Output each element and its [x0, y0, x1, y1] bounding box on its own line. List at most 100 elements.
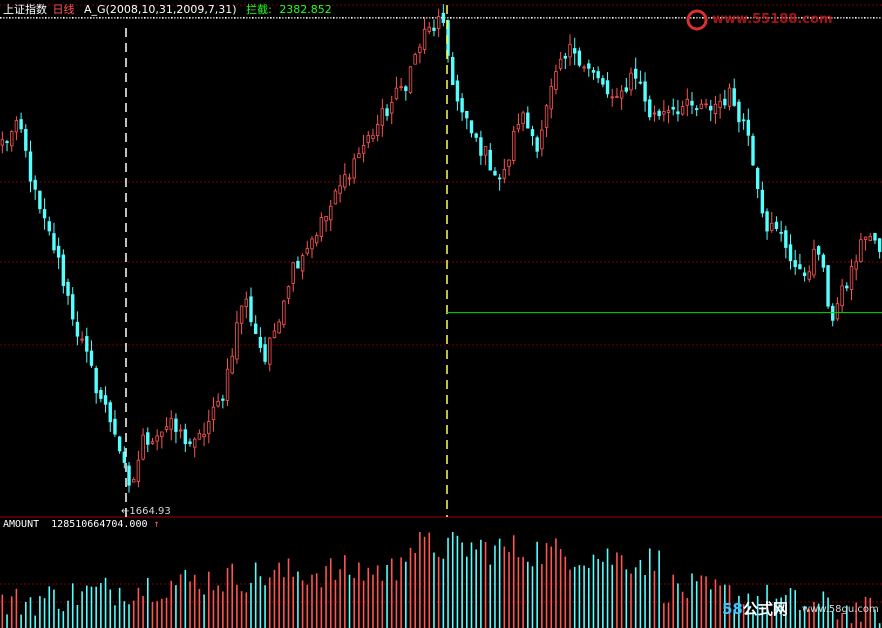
title-band-dot — [630, 17, 632, 19]
title-band-dot — [591, 17, 593, 19]
title-band-dot — [78, 17, 80, 19]
title-band-dot — [633, 17, 635, 19]
title-band-dot — [468, 17, 470, 19]
title-band-dot — [318, 17, 320, 19]
candle-body — [774, 221, 779, 230]
candle-body — [685, 98, 690, 106]
candle-body — [188, 441, 192, 444]
title-band-dot — [564, 17, 566, 19]
candle-body — [516, 124, 521, 130]
title-band-dot — [12, 17, 14, 19]
title-band-dot — [186, 17, 188, 19]
title-band-dot — [216, 17, 218, 19]
candle-body — [286, 286, 291, 299]
candle-body — [690, 100, 694, 106]
candle-body — [483, 146, 488, 156]
candle-body — [75, 321, 80, 337]
title-band-dot — [264, 17, 266, 19]
title-band-dot — [636, 17, 638, 19]
candle-body — [596, 71, 600, 79]
title-band-dot — [363, 17, 365, 19]
title-band-dot — [324, 17, 326, 19]
title-band-dot — [303, 17, 305, 19]
title-band-dot — [576, 17, 578, 19]
title-band-dot — [840, 17, 842, 19]
title-band-dot — [543, 17, 545, 19]
title-band-dot — [666, 17, 668, 19]
title-band-dot — [87, 17, 89, 19]
title-band-dot — [279, 17, 281, 19]
watermark-top: www.55188.com — [712, 12, 833, 27]
candle-body — [314, 235, 319, 244]
candle-body — [812, 248, 816, 276]
candle-body — [465, 110, 469, 119]
candle-body — [737, 101, 741, 123]
candle-body — [816, 246, 821, 255]
candle-body — [38, 190, 42, 210]
title-band-dot — [435, 17, 437, 19]
title-band-dot — [429, 17, 431, 19]
title-band-dot — [3, 17, 5, 19]
candle-body — [305, 248, 309, 254]
title-band-dot — [606, 17, 608, 19]
candle-body — [633, 68, 638, 79]
title-band-dot — [33, 17, 35, 19]
title-band-dot — [120, 17, 122, 19]
volume-label: AMOUNT — [3, 519, 39, 530]
candle-body — [436, 16, 441, 29]
candle-body — [587, 63, 591, 69]
volume-value: 128510664704.000 — [51, 519, 147, 530]
candle-body — [554, 71, 558, 90]
title-band-dot — [648, 17, 650, 19]
candle-body — [80, 338, 84, 341]
candle-body — [117, 436, 122, 452]
candle-body — [357, 153, 361, 159]
title-band-dot — [384, 17, 386, 19]
title-band-dot — [654, 17, 656, 19]
candle-body — [366, 135, 370, 143]
candle-body — [694, 108, 699, 110]
title-band-dot — [51, 17, 53, 19]
title-band-dot — [156, 17, 158, 19]
candle-body — [479, 137, 483, 156]
title-band-dot — [390, 17, 392, 19]
candle-body — [680, 106, 685, 115]
candle-body — [418, 46, 422, 53]
value-label: 拦截: — [246, 2, 272, 16]
candle-body — [202, 433, 206, 437]
candle-body — [441, 12, 446, 23]
title-band-dot — [552, 17, 554, 19]
candle-body — [108, 402, 112, 423]
title-band-dot — [546, 17, 548, 19]
title-band-dot — [480, 17, 482, 19]
candle-body — [709, 105, 713, 111]
candle-body — [66, 281, 70, 296]
title-band-dot — [18, 17, 20, 19]
title-band-dot — [528, 17, 530, 19]
candle-body — [751, 135, 755, 166]
candle-body — [28, 151, 33, 182]
watermark-url: www.58gu.com — [802, 604, 879, 615]
title-band-dot — [180, 17, 182, 19]
title-band-dot — [522, 17, 524, 19]
title-band-dot — [378, 17, 380, 19]
candle-body — [530, 129, 535, 136]
candle-body — [849, 266, 854, 290]
candle-body — [380, 108, 385, 126]
title-band-dot — [75, 17, 77, 19]
candle-body — [859, 239, 863, 262]
candle-body — [699, 103, 704, 109]
candle-body — [277, 321, 281, 334]
candle-body — [324, 216, 328, 222]
title-band-dot — [234, 17, 236, 19]
title-band-dot — [489, 17, 491, 19]
candle-body — [235, 322, 239, 360]
title-band-dot — [669, 17, 671, 19]
title-band-dot — [495, 17, 497, 19]
title-band-dot — [417, 17, 419, 19]
title-band-dot — [447, 17, 449, 19]
title-band-dot — [168, 17, 170, 19]
title-band-dot — [849, 17, 851, 19]
candle-body — [56, 245, 61, 258]
title-band-dot — [372, 17, 374, 19]
